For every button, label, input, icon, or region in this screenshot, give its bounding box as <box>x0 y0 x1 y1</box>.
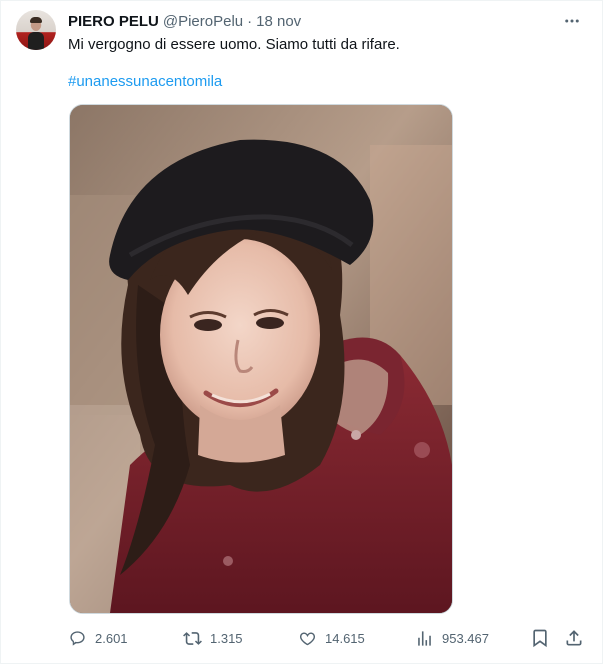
retweet-icon <box>183 631 202 645</box>
tweet-photo[interactable] <box>69 104 453 614</box>
more-options-button[interactable] <box>561 10 583 32</box>
retweet-button[interactable]: 1.315 <box>183 626 243 650</box>
reply-icon <box>70 630 85 646</box>
views-count: 953.467 <box>442 630 489 646</box>
tweet-timestamp[interactable]: 18 nov <box>256 13 301 30</box>
bookmark-icon <box>533 629 547 648</box>
author-handle[interactable]: @PieroPelu <box>163 13 243 30</box>
avatar-figure-body <box>28 32 44 50</box>
views-button[interactable]: 953.467 <box>415 626 489 650</box>
tweet-text: Mi vergogno di essere uomo. Siamo tutti … <box>68 36 400 53</box>
heart-icon <box>299 631 316 645</box>
reply-count: 2.601 <box>95 630 128 646</box>
like-count: 14.615 <box>325 630 365 646</box>
hashtag-link[interactable]: #unanessunacentomila <box>68 72 222 92</box>
tweet-header: PIERO PELU @PieroPelu · 18 nov <box>68 11 301 31</box>
views-chart-icon <box>418 630 431 646</box>
avatar-figure-hair <box>30 17 42 23</box>
share-icon <box>566 630 582 646</box>
retweet-count: 1.315 <box>210 630 243 646</box>
photo-portrait-image <box>70 105 452 613</box>
more-horizontal-icon <box>565 19 579 23</box>
author-name[interactable]: PIERO PELU <box>68 13 159 30</box>
like-button[interactable]: 14.615 <box>298 626 365 650</box>
tweet-actions-bar: 2.601 1.315 14.615 953.467 <box>68 626 588 650</box>
reply-button[interactable]: 2.601 <box>68 626 128 650</box>
bookmark-button[interactable] <box>530 628 550 648</box>
share-button[interactable] <box>564 628 584 648</box>
avatar[interactable] <box>16 10 56 50</box>
header-separator: · <box>247 12 253 30</box>
